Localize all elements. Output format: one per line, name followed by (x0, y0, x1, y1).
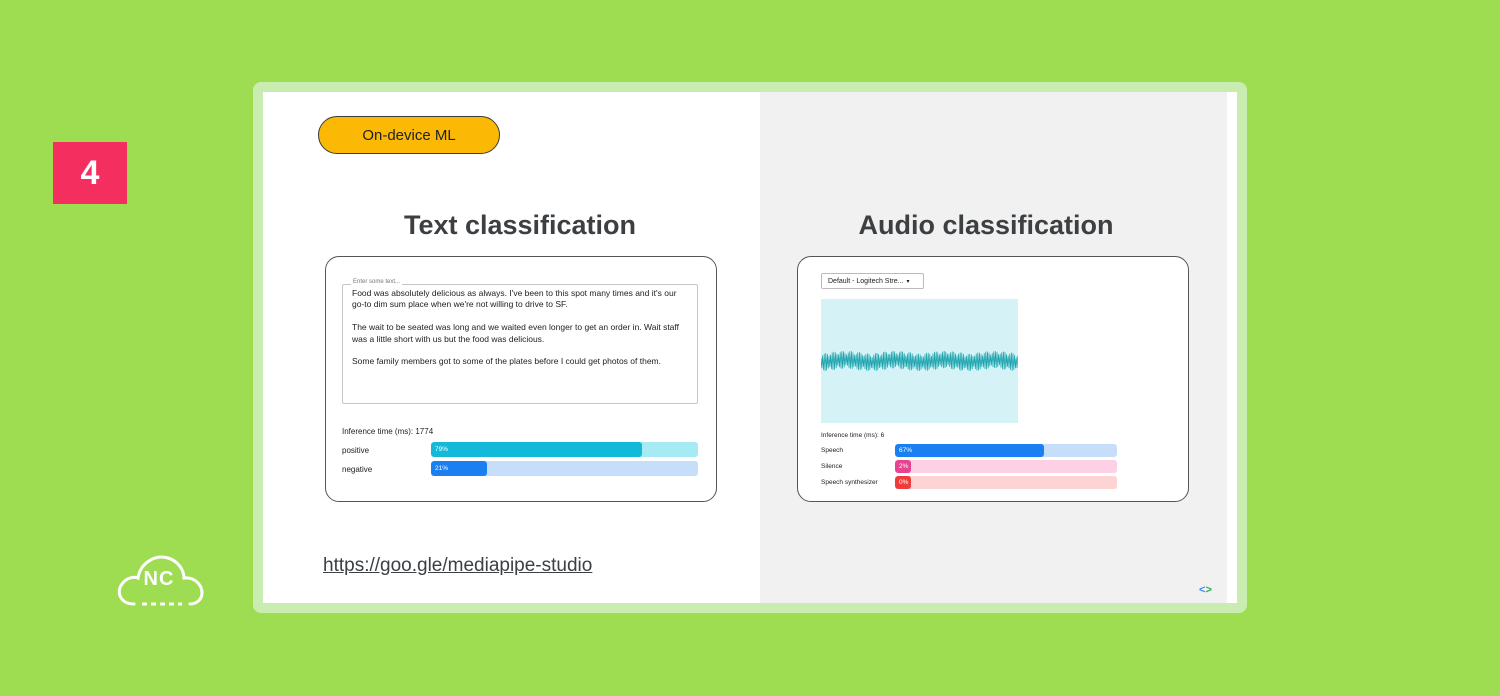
result-fill-silence: 2% (895, 460, 911, 473)
text-input-label: Enter some text... (351, 279, 403, 285)
result-label-speech: Speech (821, 447, 844, 454)
nc-cloud-logo: NC (112, 548, 206, 610)
slide-number-badge: 4 (53, 142, 127, 204)
chevron-down-icon: ▾ (906, 278, 910, 285)
nc-logo-text: NC (143, 568, 175, 590)
audio-classification-card: Default - Logitech Stre... ▾ Inference t… (797, 256, 1189, 502)
result-bar-positive: 79% (431, 442, 698, 457)
result-fill-negative: 21% (431, 461, 488, 476)
text-classification-card: Enter some text... Food was absolutely d… (325, 256, 717, 502)
audio-inference-time: Inference time (ms): 6 (821, 432, 885, 439)
audio-device-value: Default - Logitech Stre... (828, 277, 904, 285)
result-bar-silence: 2% (895, 460, 1117, 473)
result-label-positive: positive (342, 446, 370, 455)
text-inference-time: Inference time (ms): 1774 (342, 427, 434, 436)
result-fill-positive: 79% (431, 442, 642, 457)
google-developers-icon: <> (1199, 584, 1212, 596)
result-label-silence: Silence (821, 463, 843, 470)
waveform-line (820, 350, 1019, 371)
result-bar-speech-synthesizer: 0% (895, 476, 1117, 489)
right-strip (1227, 92, 1237, 603)
slide: On-device ML Text classification Enter s… (263, 92, 1237, 603)
result-fill-speech-synthesizer: 0% (895, 476, 911, 489)
waveform-graph (820, 350, 1019, 371)
mediapipe-studio-link[interactable]: https://goo.gle/mediapipe-studio (323, 555, 592, 577)
result-label-speech-synthesizer: Speech synthesizer (821, 479, 878, 486)
text-classification-title: Text classification (403, 210, 637, 240)
result-bar-speech: 67% (895, 444, 1117, 457)
result-fill-speech: 67% (895, 444, 1044, 457)
audio-classification-title: Audio classification (858, 210, 1114, 240)
result-label-negative: negative (342, 465, 373, 474)
result-bar-negative: 21% (431, 461, 698, 476)
text-input-value: Food was absolutely delicious as always.… (352, 288, 679, 367)
on-device-ml-tag: On-device ML (318, 116, 500, 154)
text-input[interactable]: Enter some text... Food was absolutely d… (342, 279, 698, 404)
audio-device-select[interactable]: Default - Logitech Stre... ▾ (821, 273, 924, 289)
audio-waveform (820, 299, 1019, 423)
